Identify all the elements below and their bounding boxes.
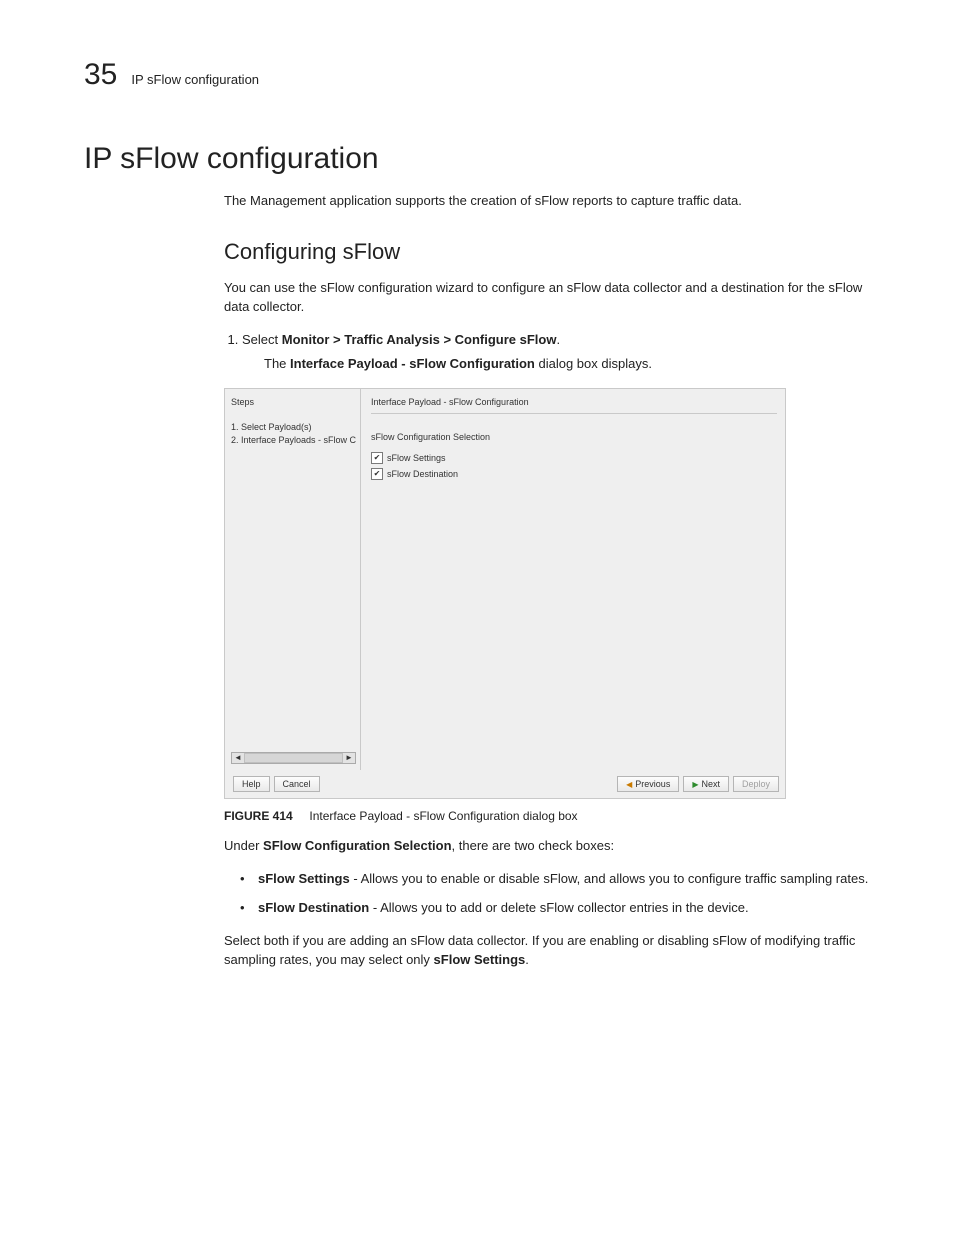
step-item: Select Monitor > Traffic Analysis > Conf… [242, 331, 884, 375]
dialog-main-panel: Interface Payload - sFlow Configuration … [365, 389, 785, 770]
tree-item[interactable]: 2. Interface Payloads - sFlow Configu [231, 434, 356, 447]
checkbox-label: sFlow Destination [387, 469, 458, 479]
chapter-title: IP sFlow configuration [131, 72, 259, 87]
tail-suffix: . [525, 952, 529, 967]
page-heading-1: IP sFlow configuration [84, 142, 884, 176]
tail-bold: sFlow Settings [434, 952, 526, 967]
tree-item[interactable]: 1. Select Payload(s) [231, 421, 356, 434]
text-bold: SFlow Configuration Selection [263, 838, 452, 853]
paragraph: Select both if you are adding an sFlow d… [224, 932, 884, 970]
dialog-steps-panel: Steps 1. Select Payload(s) 2. Interface … [225, 389, 361, 770]
next-icon: ▶ [692, 780, 698, 789]
next-button[interactable]: ▶Next [683, 776, 729, 792]
checkbox-row[interactable]: ✔ sFlow Destination [371, 468, 777, 480]
divider [371, 413, 777, 414]
previous-icon: ◀ [626, 780, 632, 789]
cancel-button[interactable]: Cancel [274, 776, 320, 792]
deploy-button[interactable]: Deploy [733, 776, 779, 792]
help-button[interactable]: Help [233, 776, 270, 792]
tail-text: Select both if you are adding an sFlow d… [224, 933, 855, 967]
horizontal-scrollbar[interactable]: ◄ ► [231, 752, 356, 764]
step-subtext: The Interface Payload - sFlow Configurat… [264, 355, 884, 374]
scroll-thumb[interactable] [244, 753, 343, 763]
step-sub-suffix: dialog box displays. [535, 356, 652, 371]
step-sub-bold: Interface Payload - sFlow Configuration [290, 356, 535, 371]
scroll-right-icon[interactable]: ► [344, 753, 354, 763]
previous-label: Previous [635, 779, 670, 789]
steps-label: Steps [231, 397, 356, 407]
checkbox-row[interactable]: ✔ sFlow Settings [371, 452, 777, 464]
intro-paragraph: The Management application supports the … [224, 192, 884, 211]
checkbox-label: sFlow Settings [387, 453, 446, 463]
bullet-rest: - Allows you to add or delete sFlow coll… [369, 900, 748, 915]
paragraph: Under SFlow Configuration Selection, the… [224, 837, 884, 856]
bullet-rest: - Allows you to enable or disable sFlow,… [350, 871, 869, 886]
figure-number: FIGURE 414 [224, 809, 293, 823]
step-text-bold: Monitor > Traffic Analysis > Configure s… [282, 332, 557, 347]
scroll-left-icon[interactable]: ◄ [233, 753, 243, 763]
step-text-suffix: . [556, 332, 560, 347]
list-item: sFlow Destination - Allows you to add or… [244, 899, 884, 918]
figure-caption: FIGURE 414 Interface Payload - sFlow Con… [224, 809, 884, 823]
bullet-bold: sFlow Settings [258, 871, 350, 886]
bullet-bold: sFlow Destination [258, 900, 369, 915]
figure-caption-text: Interface Payload - sFlow Configuration … [309, 809, 577, 823]
step-text-prefix: Select [242, 332, 282, 347]
running-header: 35 IP sFlow configuration [84, 58, 884, 92]
section-label: sFlow Configuration Selection [371, 432, 777, 442]
list-item: sFlow Settings - Allows you to enable or… [244, 870, 884, 889]
text-suffix: , there are two check boxes: [452, 838, 615, 853]
checkbox-icon[interactable]: ✔ [371, 452, 383, 464]
dialog-screenshot: Steps 1. Select Payload(s) 2. Interface … [224, 388, 786, 799]
dialog-title: Interface Payload - sFlow Configuration [371, 397, 777, 407]
dialog-footer: Help Cancel ◀Previous ▶Next Deploy [225, 770, 785, 798]
text-prefix: Under [224, 838, 263, 853]
chapter-number: 35 [84, 58, 117, 92]
page-heading-2: Configuring sFlow [224, 239, 884, 265]
bullet-list: sFlow Settings - Allows you to enable or… [224, 870, 884, 918]
previous-button[interactable]: ◀Previous [617, 776, 679, 792]
paragraph: You can use the sFlow configuration wiza… [224, 279, 884, 317]
steps-tree: 1. Select Payload(s) 2. Interface Payloa… [231, 421, 356, 446]
step-sub-prefix: The [264, 356, 290, 371]
checkbox-icon[interactable]: ✔ [371, 468, 383, 480]
step-list: Select Monitor > Traffic Analysis > Conf… [224, 331, 884, 375]
next-label: Next [701, 779, 720, 789]
